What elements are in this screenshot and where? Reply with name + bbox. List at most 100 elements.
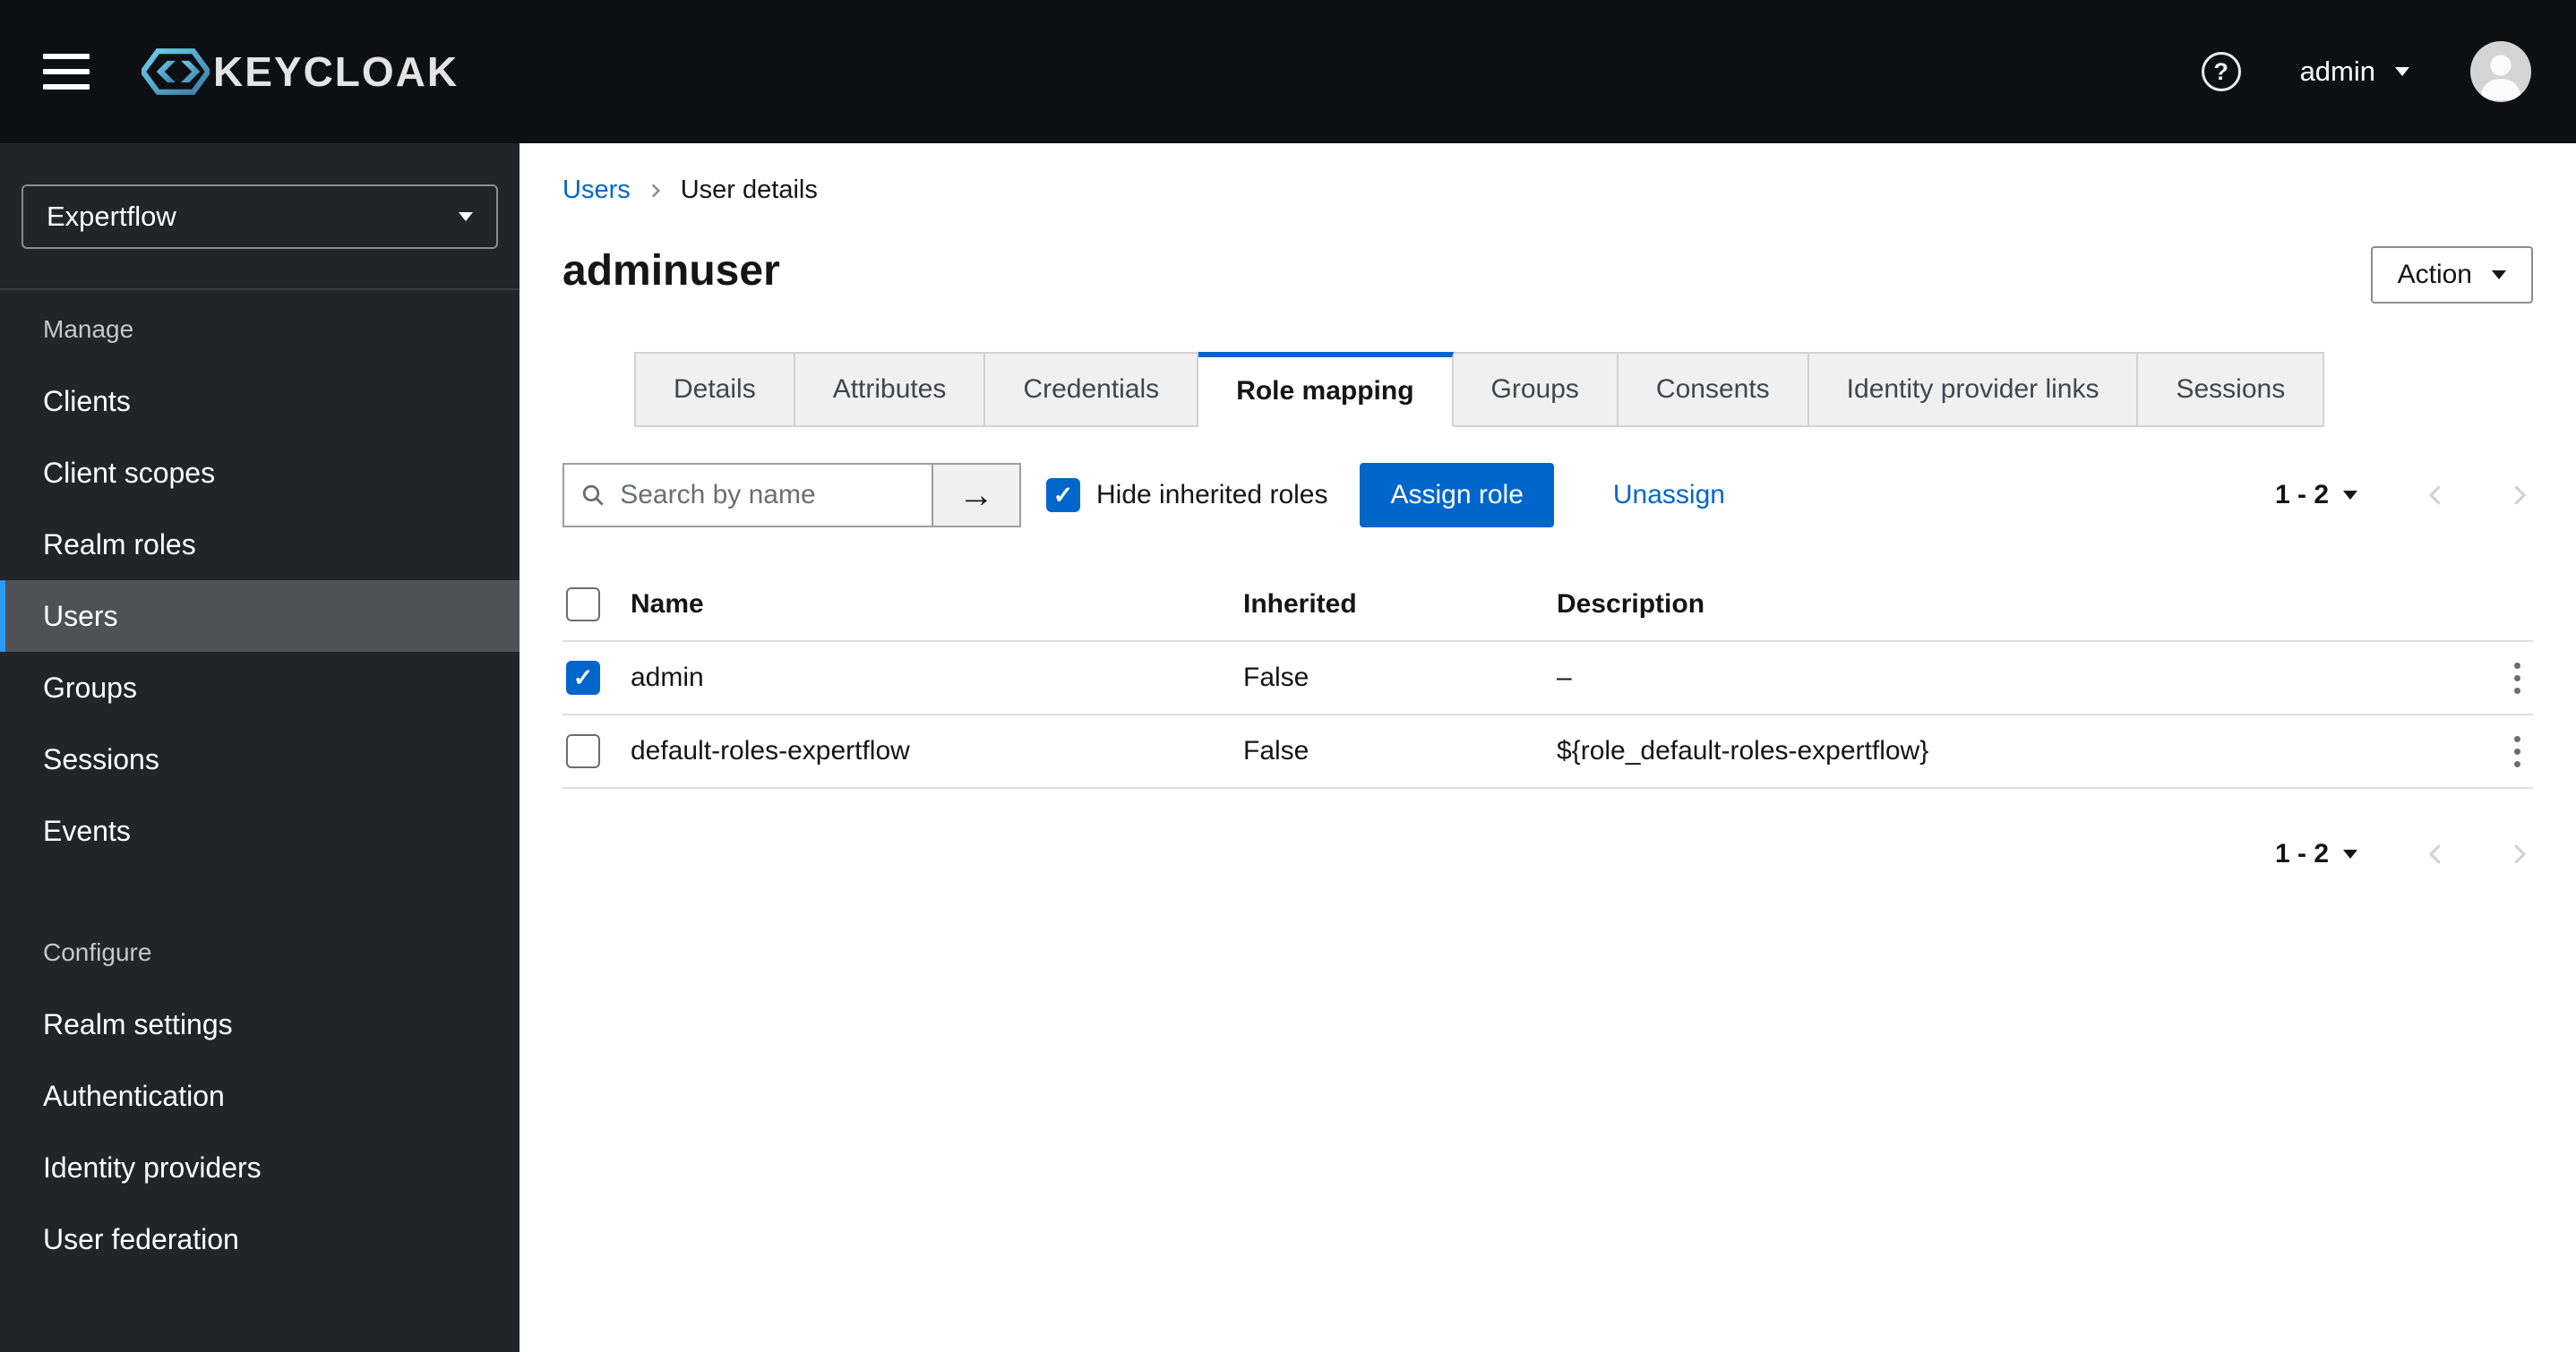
nav-section-configure: Configure Realm settings Authentication … xyxy=(0,938,519,1275)
previous-page-button[interactable] xyxy=(2422,482,2449,509)
search-submit-button[interactable]: → xyxy=(932,463,1021,527)
sidebar-item-label: Identity providers xyxy=(43,1151,262,1184)
hamburger-icon xyxy=(43,54,90,59)
username: admin xyxy=(2299,56,2375,87)
person-icon xyxy=(2470,41,2531,102)
main-content: Users User details adminuser Action Deta… xyxy=(519,143,2576,1352)
sidebar-item-identity-providers[interactable]: Identity providers xyxy=(0,1132,519,1203)
sidebar-item-label: Realm roles xyxy=(43,527,196,560)
sidebar: Expertflow Manage Clients Client scopes … xyxy=(0,143,519,1352)
sidebar-item-label: Events xyxy=(43,814,131,847)
hide-inherited-checkbox[interactable] xyxy=(1046,478,1080,512)
roles-toolbar: → Hide inherited roles Assign role Unass… xyxy=(562,463,2533,527)
sidebar-item-authentication[interactable]: Authentication xyxy=(0,1060,519,1132)
pagination-nav xyxy=(2422,482,2533,509)
hamburger-icon xyxy=(43,84,90,90)
tab-role-mapping[interactable]: Role mapping xyxy=(1198,352,1454,427)
caret-down-icon xyxy=(2343,850,2357,859)
realm-selector[interactable]: Expertflow xyxy=(21,184,498,249)
kebab-menu-button[interactable] xyxy=(2502,654,2533,703)
masthead-right: ? admin xyxy=(2201,39,2533,104)
previous-page-button[interactable] xyxy=(2422,841,2449,868)
chevron-left-icon xyxy=(2428,485,2441,505)
pagination-menu-toggle[interactable]: 1 - 2 xyxy=(2275,480,2357,510)
tab-attributes[interactable]: Attributes xyxy=(794,352,986,427)
breadcrumb: Users User details xyxy=(562,175,2533,205)
breadcrumb-current: User details xyxy=(680,175,818,204)
search-input[interactable] xyxy=(620,480,915,510)
kebab-menu-button[interactable] xyxy=(2502,727,2533,776)
pagination-menu-toggle[interactable]: 1 - 2 xyxy=(2275,839,2357,869)
sidebar-item-label: User federation xyxy=(43,1222,239,1255)
kebab-icon xyxy=(2514,735,2520,742)
table-header-row: Name Inherited Description xyxy=(562,569,2533,642)
caret-down-icon xyxy=(2395,67,2409,76)
pagination-range: 1 - 2 xyxy=(2274,839,2329,869)
tab-sessions[interactable]: Sessions xyxy=(2138,352,2325,427)
action-label: Action xyxy=(2397,260,2472,289)
sidebar-item-client-scopes[interactable]: Client scopes xyxy=(0,437,519,509)
nav-section-label: Manage xyxy=(43,315,134,343)
chevron-right-icon xyxy=(2514,485,2527,505)
role-name-cell: admin xyxy=(631,663,704,692)
select-all-checkbox[interactable] xyxy=(566,587,600,621)
realm-selector-area: Expertflow xyxy=(0,143,519,290)
keycloak-logo[interactable]: KEYCLOAK xyxy=(142,47,459,96)
breadcrumb-link-users[interactable]: Users xyxy=(562,175,631,205)
unassign-link[interactable]: Unassign xyxy=(1613,480,1725,510)
sidebar-item-realm-settings[interactable]: Realm settings xyxy=(0,988,519,1060)
tab-consents[interactable]: Consents xyxy=(1618,352,1809,427)
role-name-cell: default-roles-expertflow xyxy=(631,736,910,766)
role-mapping-table: Name Inherited Description admin False – xyxy=(562,569,2533,789)
tab-details[interactable]: Details xyxy=(634,352,795,427)
hide-inherited-label: Hide inherited roles xyxy=(1096,480,1328,509)
table-row-admin: admin False – xyxy=(562,642,2533,715)
sidebar-item-clients[interactable]: Clients xyxy=(0,365,519,437)
tab-label: Groups xyxy=(1490,374,1579,404)
tab-label: Role mapping xyxy=(1236,376,1414,406)
tab-label: Consents xyxy=(1655,374,1770,404)
description-cell: ${role_default-roles-expertflow} xyxy=(1557,736,1929,766)
assign-role-button[interactable]: Assign role xyxy=(1360,463,1554,527)
sidebar-item-user-federation[interactable]: User federation xyxy=(0,1203,519,1275)
pagination-top: 1 - 2 xyxy=(2275,480,2533,510)
hamburger-menu-button[interactable] xyxy=(43,54,90,90)
sidebar-item-users[interactable]: Users xyxy=(0,580,519,652)
row-checkbox[interactable] xyxy=(566,661,600,695)
tab-label: Identity provider links xyxy=(1846,374,2099,404)
row-checkbox[interactable] xyxy=(566,734,600,768)
tab-identity-provider-links[interactable]: Identity provider links xyxy=(1808,352,2139,427)
next-page-button[interactable] xyxy=(2506,482,2533,509)
page-title: adminuser xyxy=(562,247,780,295)
user-menu[interactable]: admin xyxy=(2300,56,2409,88)
chevron-left-icon xyxy=(2428,844,2441,864)
tab-credentials[interactable]: Credentials xyxy=(985,352,1199,427)
action-dropdown-button[interactable]: Action xyxy=(2370,246,2533,304)
column-header-description: Description xyxy=(1557,589,1705,619)
search-box xyxy=(562,463,932,527)
tab-label: Sessions xyxy=(2176,374,2286,404)
avatar[interactable] xyxy=(2469,39,2533,104)
help-button[interactable]: ? xyxy=(2201,52,2241,91)
sidebar-item-label: Realm settings xyxy=(43,1007,233,1040)
page-header: adminuser Action xyxy=(562,246,2533,304)
tab-groups[interactable]: Groups xyxy=(1453,352,1619,427)
column-header-name: Name xyxy=(631,589,704,619)
nav-section-label: Configure xyxy=(43,938,152,966)
next-page-button[interactable] xyxy=(2506,841,2533,868)
sidebar-item-label: Client scopes xyxy=(43,456,216,489)
realm-name: Expertflow xyxy=(47,201,176,232)
sidebar-item-realm-roles[interactable]: Realm roles xyxy=(0,509,519,580)
arrow-right-icon: → xyxy=(958,475,994,515)
sidebar-item-groups[interactable]: Groups xyxy=(0,652,519,723)
sidebar-item-events[interactable]: Events xyxy=(0,795,519,867)
hide-inherited-group: Hide inherited roles xyxy=(1046,478,1327,512)
masthead: KEYCLOAK ? admin xyxy=(0,0,2576,143)
chevron-right-icon xyxy=(2514,844,2527,864)
sidebar-item-label: Users xyxy=(43,599,118,632)
sidebar-item-sessions[interactable]: Sessions xyxy=(0,723,519,795)
sidebar-item-label: Sessions xyxy=(43,742,159,775)
inherited-cell: False xyxy=(1243,736,1309,766)
caret-down-icon xyxy=(2343,491,2357,500)
sidebar-item-label: Clients xyxy=(43,384,131,417)
